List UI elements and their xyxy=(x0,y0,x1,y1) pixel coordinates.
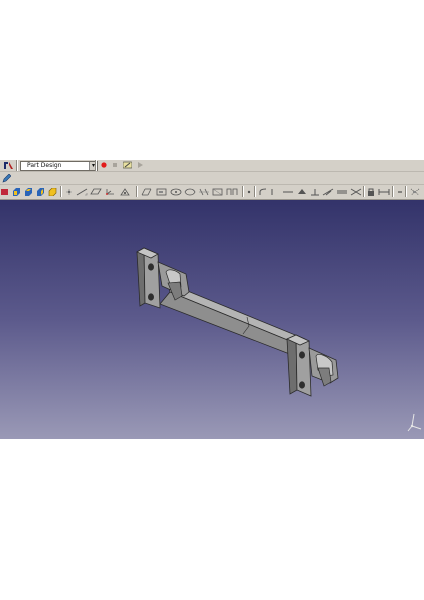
pad-icon[interactable] xyxy=(141,187,153,197)
fillet-icon[interactable] xyxy=(258,187,268,197)
draft-icon[interactable] xyxy=(282,187,294,197)
view-front-icon[interactable] xyxy=(12,187,21,197)
hole-icon[interactable] xyxy=(198,187,210,197)
pencil-icon[interactable] xyxy=(1,173,11,183)
chamfer-icon[interactable] xyxy=(270,187,280,197)
datum-line-icon[interactable] xyxy=(76,187,88,197)
mirrored-icon[interactable] xyxy=(309,187,321,197)
freecad-logo-icon[interactable] xyxy=(2,160,14,170)
thickness-icon[interactable] xyxy=(296,187,308,197)
workbench-select[interactable]: Part Design ▾ xyxy=(20,161,98,171)
sweep-icon[interactable] xyxy=(226,187,238,197)
revolution-icon[interactable] xyxy=(170,187,182,197)
shape-binder-icon[interactable] xyxy=(120,187,132,197)
loft-icon[interactable] xyxy=(212,187,224,197)
polar-pattern-icon[interactable] xyxy=(336,187,348,197)
view-fit-icon[interactable] xyxy=(1,187,9,197)
groove-icon[interactable] xyxy=(184,187,196,197)
axis-cross-icon xyxy=(407,413,422,432)
constraint-options-icon[interactable] xyxy=(409,187,421,197)
part-design-toolbar xyxy=(0,185,424,200)
macro-edit-icon[interactable] xyxy=(122,160,132,170)
multi-transform-icon[interactable] xyxy=(350,187,362,197)
horizontal-distance-icon[interactable] xyxy=(378,187,390,197)
linear-pattern-icon[interactable] xyxy=(322,187,334,197)
stop-icon[interactable] xyxy=(111,160,119,170)
datum-point-icon[interactable] xyxy=(65,187,73,197)
play-icon[interactable] xyxy=(136,160,144,170)
sketch-point-icon[interactable] xyxy=(246,187,252,197)
workbench-select-value: Part Design xyxy=(27,162,62,169)
view-right-icon[interactable] xyxy=(36,187,45,197)
datum-plane-icon[interactable] xyxy=(90,187,102,197)
workbench-toolbar: Part Design ▾ xyxy=(0,160,424,172)
lock-icon[interactable] xyxy=(366,187,376,197)
chevron-down-icon[interactable] xyxy=(396,187,404,197)
pocket-icon[interactable] xyxy=(156,187,168,197)
view-top-icon[interactable] xyxy=(24,187,33,197)
bracket-3d-model[interactable] xyxy=(0,200,424,439)
local-cs-icon[interactable] xyxy=(105,187,117,197)
record-icon[interactable] xyxy=(100,160,108,170)
3d-viewport[interactable] xyxy=(0,200,424,439)
secondary-toolbar xyxy=(0,172,424,185)
view-axonometric-icon[interactable] xyxy=(48,187,57,197)
freecad-window: Part Design ▾ xyxy=(0,160,424,439)
